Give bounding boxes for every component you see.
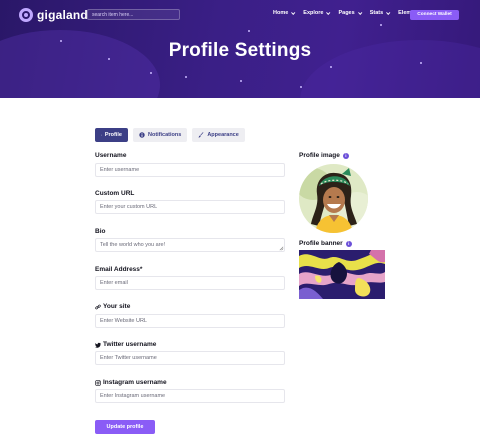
search-input[interactable] bbox=[87, 9, 180, 20]
email-label: Email Address* bbox=[95, 266, 143, 273]
nav-item-stats[interactable]: Stats bbox=[369, 10, 391, 16]
nav-item-home[interactable]: Home bbox=[273, 10, 296, 16]
hero-star bbox=[300, 86, 302, 88]
tab-label: Appearance bbox=[207, 132, 239, 138]
instagram-icon bbox=[95, 379, 101, 386]
email-field[interactable] bbox=[95, 276, 285, 290]
profile-banner[interactable] bbox=[299, 250, 385, 299]
banner-artwork bbox=[299, 250, 385, 299]
resize-handle-icon[interactable] bbox=[279, 246, 284, 251]
custom-url-field[interactable] bbox=[95, 200, 285, 214]
bio-label: Bio bbox=[95, 228, 106, 235]
brand-name: gigaland bbox=[37, 8, 88, 22]
username-field[interactable] bbox=[95, 163, 285, 177]
chevron-down-icon bbox=[326, 10, 331, 15]
chevron-down-icon bbox=[357, 10, 363, 15]
profile-image-label: Profile image i bbox=[299, 152, 349, 159]
link-icon bbox=[95, 304, 101, 309]
page-title: Profile Settings bbox=[168, 40, 312, 61]
instagram-field[interactable] bbox=[95, 389, 285, 403]
brush-icon bbox=[198, 132, 204, 138]
tab-notifications[interactable]: Notifications bbox=[133, 128, 188, 142]
twitter-field[interactable] bbox=[95, 351, 285, 365]
tab-profile[interactable]: Profile bbox=[95, 128, 128, 142]
twitter-label: Twitter username bbox=[95, 341, 156, 348]
connect-wallet-button[interactable]: Connect Wallet bbox=[410, 10, 459, 20]
nav-item-explore[interactable]: Explore bbox=[303, 10, 331, 16]
tab-label: Notifications bbox=[148, 132, 182, 138]
user-icon bbox=[101, 134, 102, 136]
profile-image[interactable] bbox=[299, 164, 368, 233]
chevron-down-icon bbox=[291, 10, 296, 15]
website-field[interactable] bbox=[95, 314, 285, 328]
hero-banner: gigaland Home Explore Pages Stats Elemen… bbox=[0, 0, 480, 98]
hero-star bbox=[380, 24, 382, 26]
settings-tabs: Profile Notifications Appearance bbox=[95, 128, 245, 142]
info-circle-icon bbox=[139, 132, 145, 138]
brand-logo[interactable]: gigaland bbox=[19, 8, 88, 22]
twitter-icon bbox=[95, 342, 101, 348]
nav-item-label: Stats bbox=[369, 10, 384, 16]
hero-star bbox=[150, 72, 152, 74]
chevron-down-icon bbox=[386, 10, 391, 15]
tab-appearance[interactable]: Appearance bbox=[192, 128, 245, 142]
hero-star bbox=[330, 66, 332, 68]
profile-image-label-text: Profile image bbox=[299, 152, 340, 159]
username-label: Username bbox=[95, 152, 127, 159]
instagram-label: Instagram username bbox=[95, 379, 167, 386]
update-profile-button[interactable]: Update profile bbox=[95, 420, 155, 434]
info-icon[interactable]: i bbox=[345, 240, 352, 247]
bio-textarea[interactable] bbox=[95, 238, 285, 252]
hero-star bbox=[420, 62, 422, 64]
custom-url-label: Custom URL bbox=[95, 190, 135, 197]
hero-star bbox=[248, 30, 250, 32]
instagram-label-text: Instagram username bbox=[103, 379, 167, 386]
nav-item-label: Explore bbox=[303, 10, 324, 16]
nav-item-label: Home bbox=[273, 10, 289, 16]
hero-star bbox=[185, 76, 187, 78]
hero-star bbox=[240, 80, 242, 82]
logo-icon bbox=[19, 8, 33, 22]
info-icon[interactable]: i bbox=[342, 152, 349, 159]
profile-banner-label: Profile banner i bbox=[299, 240, 352, 247]
tab-label: Profile bbox=[104, 132, 122, 138]
site-label: Your site bbox=[95, 303, 130, 310]
nav-item-label: Pages bbox=[338, 10, 355, 16]
avatar-photo bbox=[299, 164, 368, 233]
site-label-text: Your site bbox=[103, 303, 131, 310]
profile-banner-label-text: Profile banner bbox=[299, 240, 343, 247]
twitter-label-text: Twitter username bbox=[103, 341, 157, 348]
nav-item-pages[interactable]: Pages bbox=[338, 10, 363, 16]
